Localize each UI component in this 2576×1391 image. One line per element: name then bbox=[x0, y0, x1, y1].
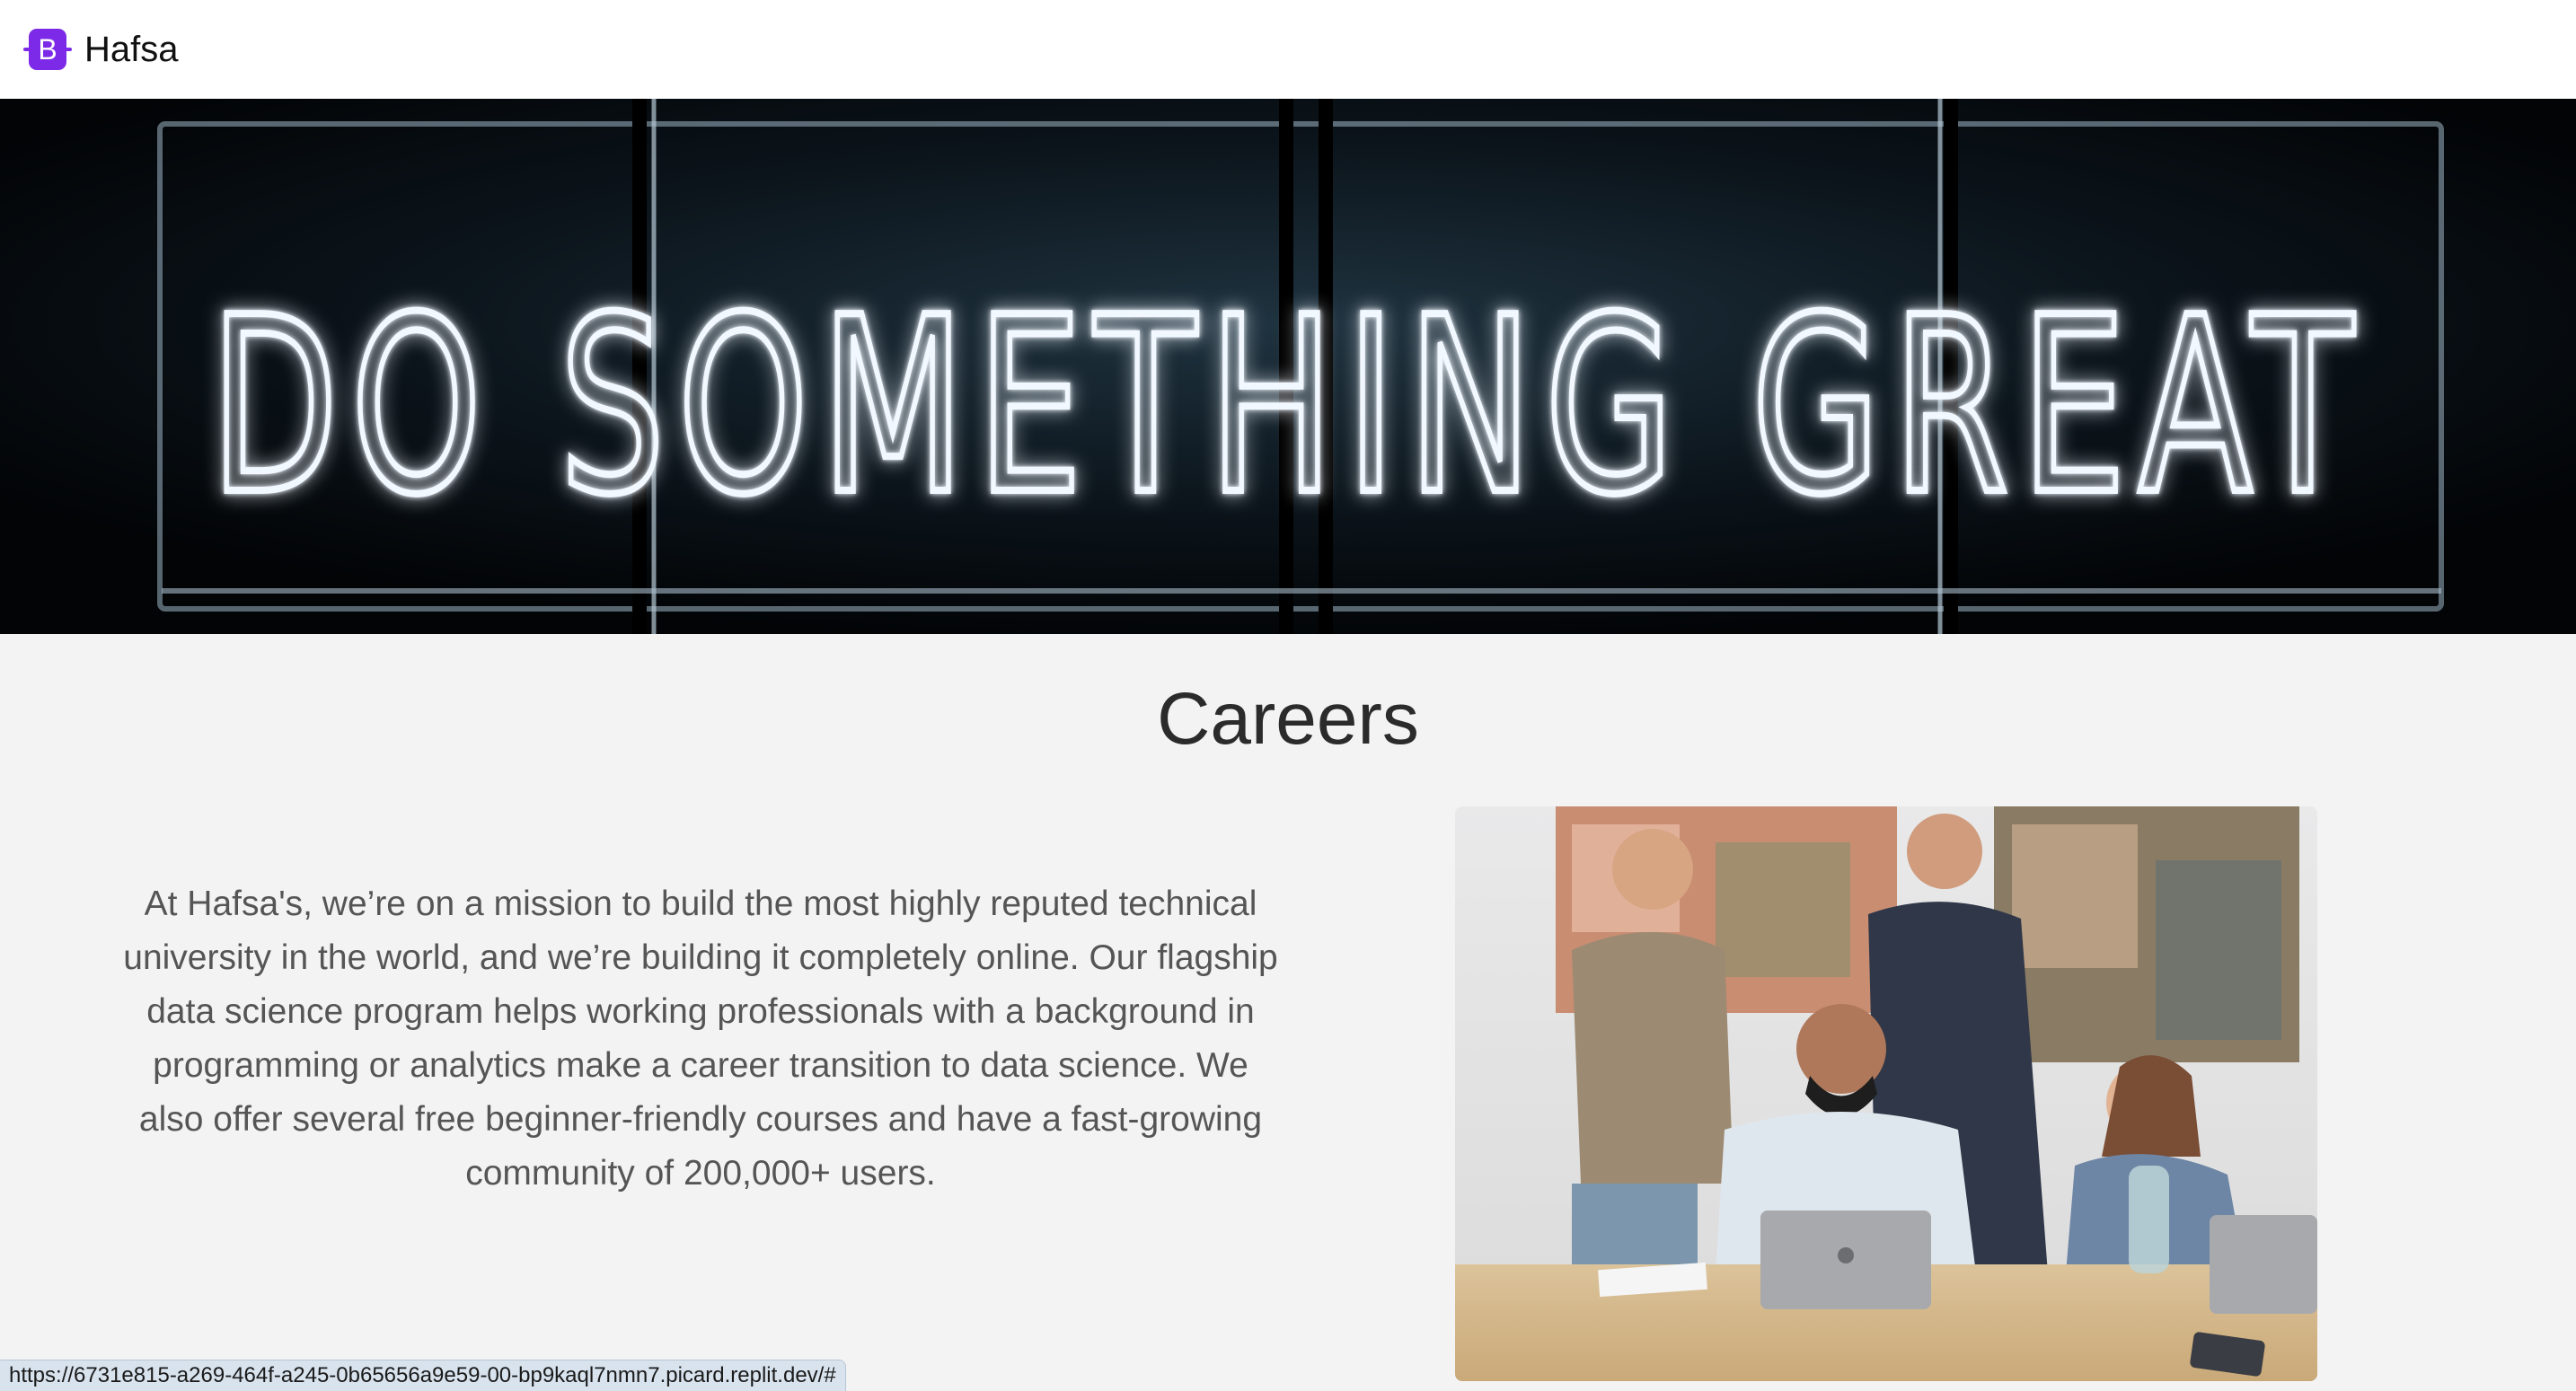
about-paragraph: At Hafsa's, we’re on a mission to build … bbox=[123, 885, 1278, 1193]
status-bar-url: https://6731e815-a269-464f-a245-0b65656a… bbox=[0, 1360, 846, 1391]
hero-neon-text: DO SOMETHING GREAT bbox=[210, 265, 2366, 548]
bootstrap-logo-icon: B bbox=[22, 27, 74, 72]
navbar: B Hafsa bbox=[0, 0, 2576, 99]
careers-section: Careers At Hafsa's, we’re on a mission t… bbox=[0, 634, 2576, 1390]
team-photo bbox=[1455, 806, 2317, 1381]
page-title: Careers bbox=[1157, 678, 1419, 760]
brand-link[interactable]: B Hafsa bbox=[22, 27, 179, 72]
brand-name: Hafsa bbox=[84, 29, 179, 69]
hero-image: DO SOMETHING GREAT bbox=[0, 99, 2576, 634]
brand-logo-letter: B bbox=[38, 33, 57, 66]
